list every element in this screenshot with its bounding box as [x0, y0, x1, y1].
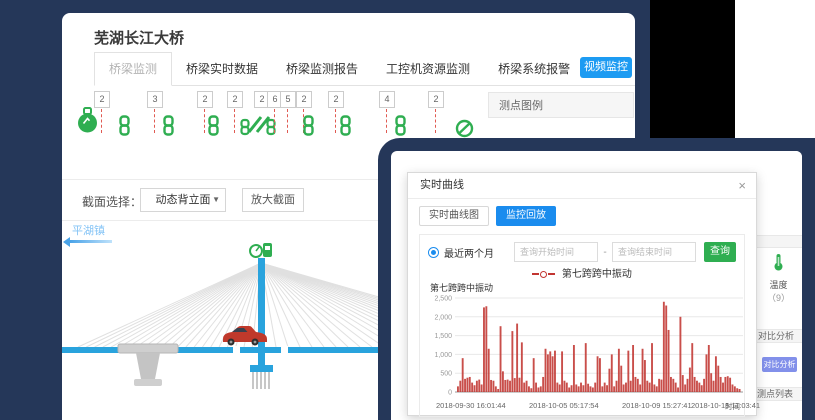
sensor-dash-line — [287, 109, 288, 133]
tab-ipc-resource[interactable]: 工控机资源监测 — [372, 53, 484, 85]
x-tick-label: 2018-10-05 05:17:54 — [529, 401, 599, 410]
tab-realtime-curve[interactable]: 实时曲线图 — [419, 206, 489, 226]
foundation-piles — [253, 372, 269, 389]
tab-bridge-monitor[interactable]: 桥梁监测 — [94, 52, 172, 86]
chain-icon[interactable] — [118, 115, 131, 141]
video-monitor-button[interactable]: 视频监控 — [580, 57, 632, 78]
deck-gap — [233, 346, 240, 354]
right-sidebar: 温度 （9） 对比分析 对比分析 测点列表 — [755, 151, 802, 420]
dialog-title: 实时曲线 — [420, 173, 464, 198]
compare-analysis-button[interactable]: 对比分析 — [762, 357, 797, 372]
screenshot-canvas: 芜湖长江大桥 桥梁监测 桥梁实时数据 桥梁监测报告 工控机资源监测 桥梁系统报警… — [0, 0, 815, 420]
joint-icon[interactable] — [240, 113, 276, 141]
section-select[interactable]: 动态背立面 ▼ — [140, 188, 226, 212]
temperature-label: 温度 — [755, 278, 802, 291]
sensor-dash-line — [274, 109, 275, 133]
x-tick-label: 2018-10-15 11:03:41 — [691, 401, 760, 410]
thermometer-icon — [773, 253, 784, 271]
sensor-count-badge: 2 — [227, 91, 243, 108]
legend-text: 第七跨跨中振动 — [562, 269, 632, 280]
chain-icon[interactable] — [302, 115, 315, 141]
chain-icon[interactable] — [207, 115, 220, 141]
temperature-legend: 温度 （9） — [755, 253, 802, 304]
recent-two-months-radio[interactable] — [428, 247, 439, 258]
section-select-value: 动态背立面 — [156, 194, 211, 206]
sensor-count-badge: 2 — [328, 91, 344, 108]
svg-text:2,500: 2,500 — [434, 296, 452, 303]
sensor-count-badge: 2 — [296, 91, 312, 108]
sensor-count-badge: 2 — [197, 91, 213, 108]
left-pier — [118, 344, 178, 386]
chart-legend[interactable]: 第七跨跨中振动 — [428, 265, 736, 280]
page-title: 芜湖长江大桥 — [94, 27, 184, 48]
dialog-header: 实时曲线 × — [408, 173, 756, 199]
svg-text:0: 0 — [448, 390, 452, 397]
dialog-content-box: 最近两个月 - 查询 第七跨跨中振动 第七跨跨中振动 05001,00 — [419, 234, 745, 417]
scale-icon[interactable] — [76, 107, 99, 139]
sensor-dash-line — [335, 109, 336, 133]
compare-section-header: 对比分析 — [755, 329, 802, 343]
vibration-chart: 0 500 1,000 1,500 2,000 2,500 时间 2018-09-30 1… — [428, 294, 736, 411]
recent-two-months-label: 最近两个月 — [444, 245, 494, 260]
close-icon[interactable]: × — [738, 173, 746, 198]
temperature-count: （9） — [755, 291, 802, 304]
legend-line-icon — [548, 273, 555, 275]
sensor-dash-line — [386, 109, 387, 133]
section-select-label: 截面选择： — [82, 193, 142, 210]
tab-system-alarm[interactable]: 桥梁系统报警 — [484, 53, 584, 85]
date-range-separator: - — [598, 247, 612, 258]
svg-text:500: 500 — [440, 371, 452, 378]
query-button[interactable]: 查询 — [704, 242, 736, 262]
dialog-tabs: 实时曲线图 监控回放 — [419, 206, 745, 226]
point-list-header: 测点列表 — [755, 387, 802, 401]
tower-foundation — [250, 365, 273, 372]
query-start-time-input[interactable] — [514, 242, 598, 262]
tab-realtime-data[interactable]: 桥梁实时数据 — [172, 53, 272, 85]
deck-gap — [281, 346, 288, 354]
chart-plot: 0 500 1,000 1,500 2,000 2,500 — [428, 294, 750, 396]
x-tick-label: 2018-09-30 16:01:44 — [436, 401, 506, 410]
sensor-count-badge: 5 — [280, 91, 296, 108]
legend-circle-icon — [540, 271, 547, 278]
sensor-dash-line — [101, 109, 102, 133]
chain-icon[interactable] — [339, 115, 352, 141]
query-end-time-input[interactable] — [612, 242, 696, 262]
sensor-count-badge: 2 — [428, 91, 444, 108]
sensor-dash-line — [204, 109, 205, 133]
inset-frame: 温度 （9） 对比分析 对比分析 测点列表 实时曲线 × 实时曲线图 监控回放 — [378, 138, 815, 420]
direction-label: 平湖镇 — [72, 222, 105, 238]
sensor-count-badge: 4 — [379, 91, 395, 108]
tower-sensor-gauge-icon[interactable] — [250, 243, 272, 257]
sensor-dash-line — [154, 109, 155, 133]
black-area — [650, 0, 735, 143]
x-tick-label: 2018-10-09 15:27:41 — [622, 401, 692, 410]
sensor-count-badge: 2 — [94, 91, 110, 108]
sensor-dash-line — [435, 109, 436, 133]
direction-arrow-icon — [70, 240, 112, 243]
chain-icon[interactable] — [162, 115, 175, 141]
tab-monitor-report[interactable]: 桥梁监测报告 — [272, 53, 372, 85]
svg-text:1,500: 1,500 — [434, 333, 452, 340]
legend-panel-header: 测点图例 — [488, 92, 634, 118]
tab-monitor-playback[interactable]: 监控回放 — [496, 206, 556, 226]
dialog-body: 实时曲线图 监控回放 最近两个月 - 查询 — [408, 199, 756, 420]
main-tabbar: 桥梁监测 桥梁实时数据 桥梁监测报告 工控机资源监测 桥梁系统报警 — [94, 55, 635, 86]
sensor-dash-line — [234, 109, 235, 133]
svg-text:1,000: 1,000 — [434, 352, 452, 359]
caret-down-icon: ▼ — [212, 189, 220, 211]
sensor-count-badge: 3 — [147, 91, 163, 108]
realtime-curve-dialog: 实时曲线 × 实时曲线图 监控回放 最近两个月 - — [407, 172, 757, 416]
enlarge-section-button[interactable]: 放大截面 — [242, 188, 304, 212]
legend-line-icon — [532, 273, 539, 275]
svg-text:2,000: 2,000 — [434, 314, 452, 321]
query-row: 最近两个月 - 查询 — [428, 241, 736, 263]
inset-screenshot: 温度 （9） 对比分析 对比分析 测点列表 实时曲线 × 实时曲线图 监控回放 — [391, 151, 802, 420]
sidebar-divider — [755, 235, 802, 248]
chart-title: 第七跨跨中振动 — [430, 281, 736, 294]
x-axis-labels: 时间 2018-09-30 16:01:442018-10-05 05:17:5… — [436, 401, 736, 411]
